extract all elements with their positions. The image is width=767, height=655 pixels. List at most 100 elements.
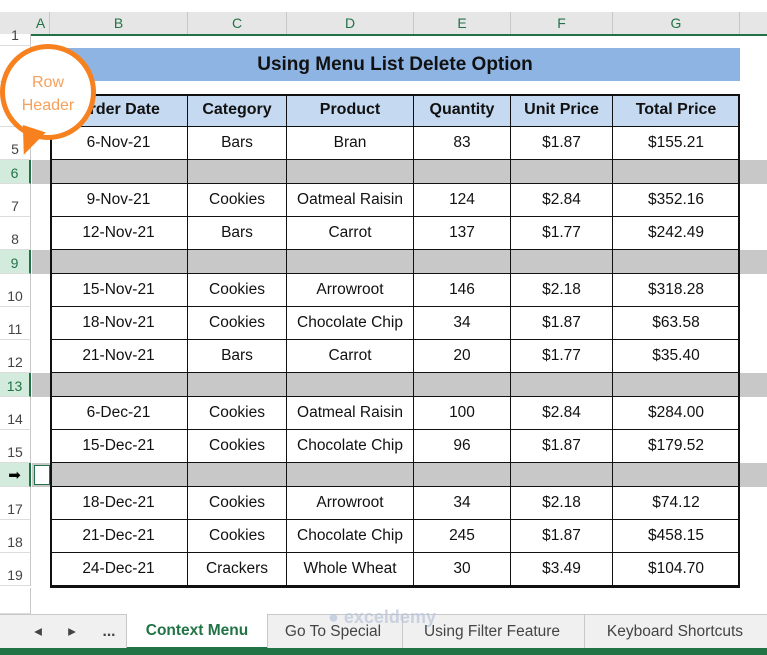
table-cell[interactable]: 18-Dec-21 xyxy=(50,487,188,520)
table-cell[interactable]: 15-Dec-21 xyxy=(50,430,188,463)
table-cell[interactable]: 124 xyxy=(414,184,511,217)
row-header[interactable]: 13 xyxy=(0,373,31,397)
next-sheet-icon[interactable]: ▸ xyxy=(62,615,82,648)
table-cell[interactable]: Cookies xyxy=(188,397,287,430)
column-header-A[interactable]: A xyxy=(32,12,50,34)
row-header[interactable]: 1 xyxy=(0,27,31,46)
table-cell[interactable]: 34 xyxy=(414,487,511,520)
table-cell[interactable]: $1.77 xyxy=(511,217,613,250)
row-header[interactable]: 11 xyxy=(0,307,31,340)
table-cell[interactable]: Cookies xyxy=(188,430,287,463)
column-header-G[interactable]: G xyxy=(613,12,740,34)
table-cell[interactable]: $284.00 xyxy=(613,397,740,430)
blank-cell[interactable] xyxy=(287,250,414,274)
table-cell[interactable]: 15-Nov-21 xyxy=(50,274,188,307)
column-heading[interactable]: Quantity xyxy=(414,94,511,127)
blank-cell[interactable] xyxy=(287,463,414,487)
row-header[interactable]: 8 xyxy=(0,217,31,250)
table-cell[interactable]: Cookies xyxy=(188,487,287,520)
table-cell[interactable]: $2.84 xyxy=(511,397,613,430)
blank-cell[interactable] xyxy=(414,463,511,487)
table-cell[interactable]: Oatmeal Raisin xyxy=(287,184,414,217)
table-cell[interactable]: $242.49 xyxy=(613,217,740,250)
column-header-F[interactable]: F xyxy=(511,12,613,34)
blank-cell[interactable] xyxy=(613,250,740,274)
table-cell[interactable]: $35.40 xyxy=(613,340,740,373)
blank-cell[interactable] xyxy=(188,463,287,487)
table-cell[interactable]: 245 xyxy=(414,520,511,553)
blank-cell[interactable] xyxy=(613,160,740,184)
row-header[interactable]: 12 xyxy=(0,340,31,373)
blank-cell[interactable] xyxy=(287,373,414,397)
table-cell[interactable]: 96 xyxy=(414,430,511,463)
table-cell[interactable]: Arrowroot xyxy=(287,487,414,520)
table-cell[interactable]: 20 xyxy=(414,340,511,373)
table-cell[interactable]: 34 xyxy=(414,307,511,340)
row-header[interactable]: ➡ xyxy=(0,463,31,487)
column-heading[interactable]: Product xyxy=(287,94,414,127)
table-cell[interactable]: $155.21 xyxy=(613,127,740,160)
table-cell[interactable]: $104.70 xyxy=(613,553,740,586)
table-cell[interactable]: $63.58 xyxy=(613,307,740,340)
column-header-B[interactable]: B xyxy=(50,12,188,34)
table-cell[interactable]: Crackers xyxy=(188,553,287,586)
row-header[interactable]: 18 xyxy=(0,520,31,553)
table-cell[interactable]: Carrot xyxy=(287,340,414,373)
table-cell[interactable]: Bran xyxy=(287,127,414,160)
table-cell[interactable]: Chocolate Chip xyxy=(287,520,414,553)
tab-keyboard-shortcuts[interactable]: Keyboard Shortcuts xyxy=(584,615,765,648)
blank-cell[interactable] xyxy=(511,463,613,487)
table-cell[interactable]: Cookies xyxy=(188,274,287,307)
table-cell[interactable]: 146 xyxy=(414,274,511,307)
row-header[interactable]: 19 xyxy=(0,553,31,586)
table-cell[interactable]: $2.84 xyxy=(511,184,613,217)
table-cell[interactable]: Cookies xyxy=(188,184,287,217)
table-cell[interactable]: 6-Dec-21 xyxy=(50,397,188,430)
row-header[interactable]: 7 xyxy=(0,184,31,217)
table-cell[interactable]: $179.52 xyxy=(613,430,740,463)
row-header[interactable] xyxy=(0,588,31,614)
table-cell[interactable]: $352.16 xyxy=(613,184,740,217)
blank-cell[interactable] xyxy=(414,250,511,274)
row-header[interactable]: 17 xyxy=(0,487,31,520)
more-sheets-button[interactable]: ... xyxy=(96,615,122,648)
row-header[interactable]: 9 xyxy=(0,250,31,274)
table-cell[interactable]: $1.77 xyxy=(511,340,613,373)
table-cell[interactable]: $1.87 xyxy=(511,307,613,340)
table-cell[interactable]: 12-Nov-21 xyxy=(50,217,188,250)
row-header[interactable]: 14 xyxy=(0,397,31,430)
table-cell[interactable]: Cookies xyxy=(188,520,287,553)
table-cell[interactable]: 100 xyxy=(414,397,511,430)
table-cell[interactable]: $2.18 xyxy=(511,274,613,307)
blank-cell[interactable] xyxy=(287,160,414,184)
blank-cell[interactable] xyxy=(188,160,287,184)
blank-cell[interactable] xyxy=(50,373,188,397)
table-cell[interactable]: Oatmeal Raisin xyxy=(287,397,414,430)
column-header-E[interactable]: E xyxy=(414,12,511,34)
table-cell[interactable]: $3.49 xyxy=(511,553,613,586)
table-cell[interactable]: $318.28 xyxy=(613,274,740,307)
table-cell[interactable]: 21-Nov-21 xyxy=(50,340,188,373)
table-cell[interactable]: 9-Nov-21 xyxy=(50,184,188,217)
table-cell[interactable]: Chocolate Chip xyxy=(287,307,414,340)
blank-cell[interactable] xyxy=(613,463,740,487)
blank-cell[interactable] xyxy=(50,463,188,487)
blank-cell[interactable] xyxy=(613,373,740,397)
table-cell[interactable]: 83 xyxy=(414,127,511,160)
active-cell[interactable] xyxy=(34,465,50,485)
column-heading[interactable]: Total Price xyxy=(613,94,740,127)
table-cell[interactable]: Carrot xyxy=(287,217,414,250)
table-cell[interactable]: Bars xyxy=(188,127,287,160)
table-cell[interactable]: $1.87 xyxy=(511,127,613,160)
column-heading[interactable]: Unit Price xyxy=(511,94,613,127)
table-cell[interactable]: Cookies xyxy=(188,307,287,340)
row-header[interactable]: 15 xyxy=(0,430,31,463)
column-heading[interactable]: Category xyxy=(188,94,287,127)
table-cell[interactable]: $1.87 xyxy=(511,520,613,553)
blank-cell[interactable] xyxy=(511,250,613,274)
table-cell[interactable]: 24-Dec-21 xyxy=(50,553,188,586)
blank-cell[interactable] xyxy=(414,160,511,184)
blank-cell[interactable] xyxy=(188,250,287,274)
table-cell[interactable]: 30 xyxy=(414,553,511,586)
table-cell[interactable]: Arrowroot xyxy=(287,274,414,307)
